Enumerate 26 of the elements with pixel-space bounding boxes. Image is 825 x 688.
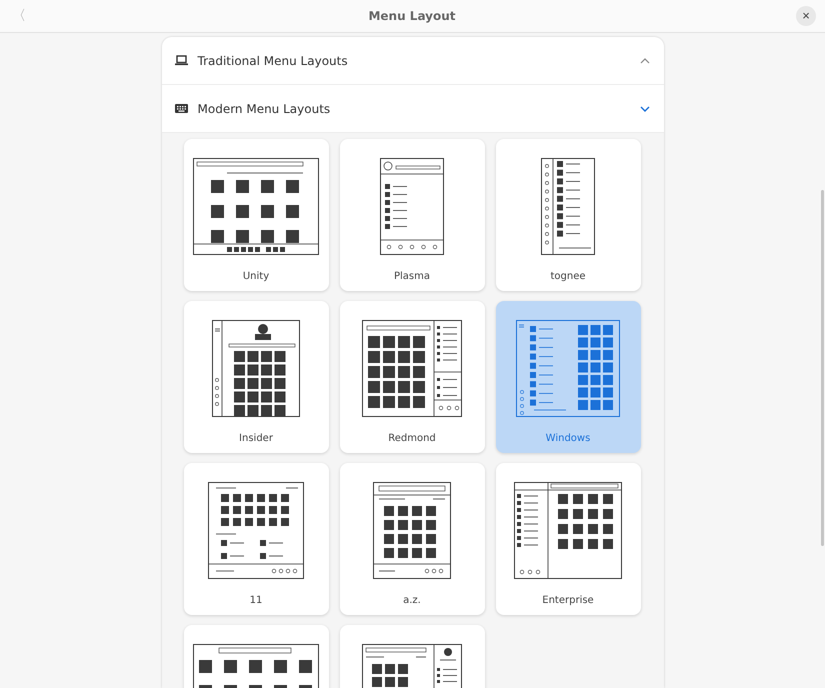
layout-card[interactable]: Insider [184, 301, 328, 453]
card-label: Enterprise [542, 595, 594, 606]
laptop-icon [174, 55, 188, 66]
section-row[interactable]: Traditional Menu Layouts [162, 37, 664, 85]
layout-card[interactable]: 11 [184, 463, 328, 615]
close-button[interactable]: × [796, 6, 816, 26]
card-label: Plasma [394, 271, 430, 282]
layout-card[interactable]: Unity [184, 139, 328, 291]
window-title: Menu Layout [367, 9, 457, 23]
card-label: Windows [546, 433, 590, 444]
layout-card[interactable]: Plasma [340, 139, 484, 291]
section-row[interactable]: Modern Menu Layouts [162, 85, 664, 133]
card-label: 11 [250, 595, 262, 606]
card-label: a.z. [403, 595, 421, 606]
keyboard-icon [174, 103, 188, 114]
layout-card[interactable]: a.z. [340, 463, 484, 615]
section-title: Traditional Menu Layouts [198, 54, 348, 68]
layout-card[interactable]: Redmond [340, 301, 484, 453]
scrollbar[interactable] [821, 190, 824, 546]
card-label: Unity [242, 271, 270, 282]
layout-card[interactable]: Enterprise [496, 463, 640, 615]
card-label: Insider [239, 433, 273, 444]
card-label: tognee [550, 271, 586, 282]
section-title: Modern Menu Layouts [198, 102, 330, 116]
layout-card[interactable]: tognee [496, 139, 640, 291]
card-label: Redmond [388, 433, 436, 444]
